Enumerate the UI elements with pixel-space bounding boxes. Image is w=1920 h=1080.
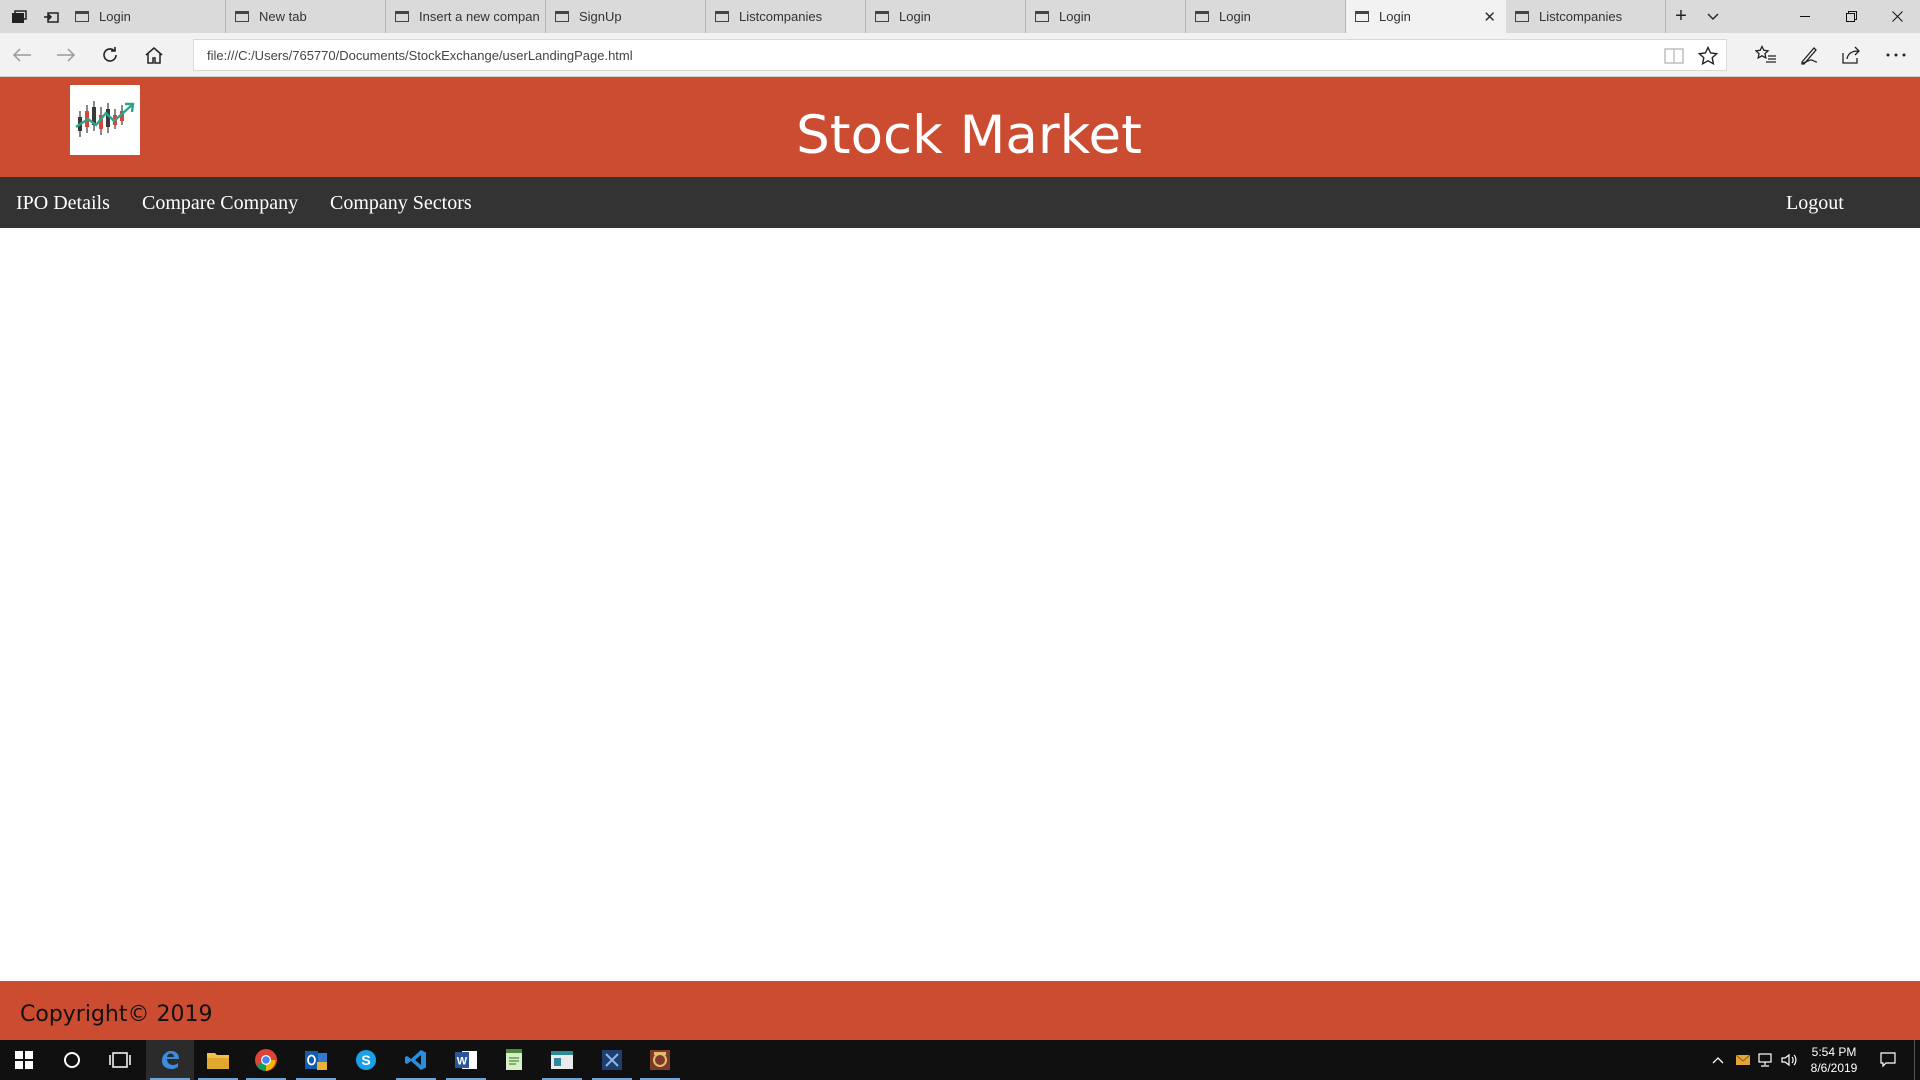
new-tab-icon[interactable]: + xyxy=(1666,0,1696,33)
tab-listcompanies[interactable]: Listcompanies xyxy=(706,0,866,33)
tab-new-tab[interactable]: New tab xyxy=(226,0,386,33)
network-icon[interactable] xyxy=(1754,1040,1778,1080)
back-icon[interactable] xyxy=(2,33,42,77)
close-tab-icon[interactable]: ✕ xyxy=(1483,8,1496,26)
taskbar-clock[interactable]: 5:54 PM 8/6/2019 xyxy=(1800,1044,1868,1076)
tab-login[interactable]: Login xyxy=(1026,0,1186,33)
share-icon[interactable] xyxy=(1832,33,1872,77)
page-icon xyxy=(235,11,249,22)
favorites-hub-icon[interactable] xyxy=(1746,33,1786,77)
close-window-icon[interactable] xyxy=(1874,0,1920,33)
address-bar[interactable]: file:///C:/Users/765770/Documents/StockE… xyxy=(193,39,1727,71)
show-hidden-icons-icon[interactable] xyxy=(1706,1040,1730,1080)
copyright-text: Copyright© 2019 xyxy=(20,1002,213,1027)
tab-label: New tab xyxy=(259,9,307,24)
volume-icon[interactable] xyxy=(1778,1040,1800,1080)
restore-icon[interactable] xyxy=(1828,0,1874,33)
vscode-icon[interactable] xyxy=(392,1040,440,1080)
reading-view-icon[interactable] xyxy=(1664,47,1684,70)
show-desktop-divider[interactable] xyxy=(1914,1040,1915,1080)
app-window-icon[interactable] xyxy=(538,1040,586,1080)
tab-listcompanies[interactable]: Listcompanies xyxy=(1506,0,1666,33)
tab-login-active[interactable]: Login ✕ xyxy=(1346,0,1506,33)
tab-preview-icon[interactable] xyxy=(4,0,34,33)
svg-text:W: W xyxy=(457,1056,468,1068)
mail-notification-icon[interactable] xyxy=(1732,1040,1754,1080)
tab-label: Login xyxy=(899,9,931,24)
page-icon xyxy=(715,11,729,22)
chevron-down-icon[interactable] xyxy=(1698,0,1728,33)
tab-login[interactable]: Login xyxy=(866,0,1026,33)
tab-label: Listcompanies xyxy=(739,9,823,24)
outlook-icon[interactable] xyxy=(292,1040,340,1080)
tab-login[interactable]: Login xyxy=(1186,0,1346,33)
tab-label: Login xyxy=(1379,9,1411,24)
page-icon xyxy=(1195,11,1209,22)
nav-compare-company[interactable]: Compare Company xyxy=(142,192,298,215)
browser-tab-strip: Login New tab Insert a new compan SignUp… xyxy=(0,0,1920,33)
file-explorer-icon[interactable] xyxy=(194,1040,242,1080)
page-icon xyxy=(75,11,89,22)
page-icon xyxy=(875,11,889,22)
studio-icon[interactable] xyxy=(588,1040,636,1080)
notepad-icon[interactable] xyxy=(490,1040,538,1080)
tab-insert-company[interactable]: Insert a new compan xyxy=(386,0,546,33)
tab-label: SignUp xyxy=(579,9,622,24)
skype-icon[interactable]: S xyxy=(342,1040,390,1080)
svg-text:S: S xyxy=(361,1052,370,1068)
page-icon xyxy=(1355,11,1369,22)
page-icon xyxy=(555,11,569,22)
tab-label: Login xyxy=(1219,9,1251,24)
favorite-star-icon[interactable] xyxy=(1697,45,1719,71)
forward-icon[interactable] xyxy=(46,33,86,77)
tab-label: Listcompanies xyxy=(1539,9,1623,24)
word-icon[interactable]: W xyxy=(442,1040,490,1080)
site-footer: Copyright© 2019 xyxy=(0,981,1920,1040)
minimize-icon[interactable] xyxy=(1782,0,1828,33)
browser-toolbar: file:///C:/Users/765770/Documents/StockE… xyxy=(0,33,1920,77)
tab-label: Login xyxy=(1059,9,1091,24)
nav-ipo-details[interactable]: IPO Details xyxy=(16,192,110,215)
nav-logout[interactable]: Logout xyxy=(1786,192,1844,215)
navbar: IPO Details Compare Company Company Sect… xyxy=(0,177,1920,228)
page-icon xyxy=(1035,11,1049,22)
more-options-icon[interactable] xyxy=(1876,33,1916,77)
tab-label: Login xyxy=(99,9,131,24)
set-aside-tabs-icon[interactable] xyxy=(36,0,66,33)
refresh-icon[interactable] xyxy=(90,33,130,77)
tab-login[interactable]: Login xyxy=(66,0,226,33)
taskbar: S W 5:54 PM 8/6/2019 xyxy=(0,1040,1920,1080)
edge-browser-icon[interactable] xyxy=(146,1040,194,1080)
task-view-icon[interactable] xyxy=(96,1040,144,1080)
app-icon[interactable] xyxy=(636,1040,684,1080)
url-text[interactable]: file:///C:/Users/765770/Documents/StockE… xyxy=(207,48,633,63)
page-icon xyxy=(1515,11,1529,22)
web-note-icon[interactable] xyxy=(1790,33,1830,77)
nav-company-sectors[interactable]: Company Sectors xyxy=(330,192,472,215)
action-center-icon[interactable] xyxy=(1872,1040,1904,1080)
windows-start-icon[interactable] xyxy=(0,1040,48,1080)
page-title: Stock Market xyxy=(796,105,1142,166)
chrome-icon[interactable] xyxy=(242,1040,290,1080)
cortana-icon[interactable] xyxy=(48,1040,96,1080)
home-icon[interactable] xyxy=(134,33,174,77)
tab-signup[interactable]: SignUp xyxy=(546,0,706,33)
clock-time: 5:54 PM xyxy=(1811,1045,1857,1059)
clock-date: 8/6/2019 xyxy=(1810,1061,1858,1075)
tab-label: Insert a new compan xyxy=(419,9,539,24)
site-header: Stock Market xyxy=(0,77,1920,177)
page-icon xyxy=(395,11,409,22)
